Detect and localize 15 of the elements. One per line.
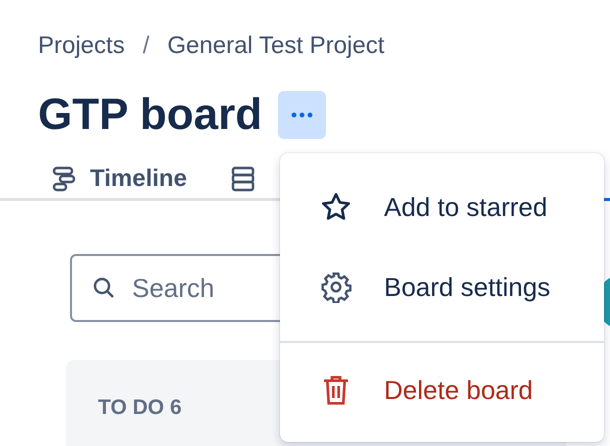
menu-item[interactable]: Delete board [280, 341, 604, 437]
more-button[interactable] [278, 91, 326, 139]
list-icon [230, 166, 255, 192]
board-title: GTP board [38, 90, 262, 140]
menu-item[interactable]: Add to starred [280, 167, 604, 247]
breadcrumb-link[interactable]: General Test Project [167, 32, 384, 60]
breadcrumb-separator: / [142, 32, 150, 60]
more-icon [291, 112, 314, 118]
breadcrumb-link[interactable]: Projects [38, 32, 125, 60]
star-icon [320, 191, 352, 223]
view-tab[interactable]: Timeline [52, 159, 187, 201]
search-icon [92, 276, 116, 300]
timeline-icon [52, 166, 76, 192]
settings-icon [320, 271, 352, 303]
column-title: TO DO 6 [98, 396, 182, 419]
